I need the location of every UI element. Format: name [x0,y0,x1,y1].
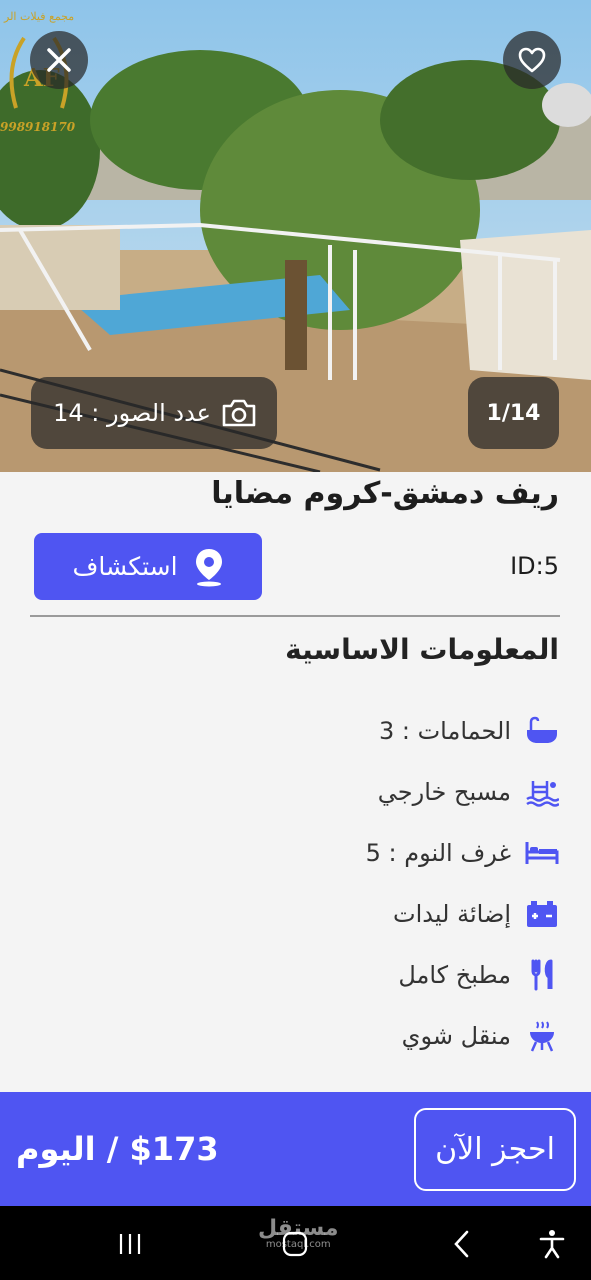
feature-grill: منقل شوي [159,1005,559,1066]
basic-info-heading: المعلومات الاساسية [285,633,559,666]
watermark-sub: mostaql.com [265,1239,331,1250]
feature-label: منقل شوي [401,1021,511,1050]
close-button[interactable] [30,31,88,89]
feature-bathrooms: الحمامات : 3 [159,700,559,761]
grill-icon [525,1019,559,1053]
photos-count-label: عدد الصور : 14 [53,399,211,427]
battery-icon [525,897,559,931]
image-counter: 1/14 [468,377,559,449]
back-icon [454,1230,469,1258]
accessibility-button[interactable] [536,1226,568,1262]
logo-phone: 998918170 [0,120,76,134]
feature-label: الحمامات : 3 [378,716,511,745]
book-now-button[interactable]: احجز الآن [414,1108,576,1191]
close-icon [47,48,71,72]
bed-icon [525,836,559,870]
back-button[interactable] [448,1226,476,1262]
price-per-day: $173 / اليوم [16,1130,219,1168]
explore-label: استكشاف [72,552,178,581]
photos-count-badge[interactable]: عدد الصور : 14 [31,377,277,449]
feature-label: غرف النوم : 5 [365,838,511,867]
feature-bedrooms: غرف النوم : 5 [159,822,559,883]
feature-label: إضائة ليدات [393,899,511,928]
feature-label: مطبخ كامل [398,960,511,989]
feature-pool: مسبح خارجي [159,761,559,822]
feature-kitchen: مطبخ كامل [159,944,559,1005]
utensils-icon [525,958,559,992]
feature-label: مسبح خارجي [377,777,511,806]
logo-brand-text: مجمع فيلات الر [4,10,75,23]
listing-title: ريف دمشق-كروم مضايا [211,476,559,511]
map-pin-icon [195,548,222,586]
camera-icon [222,399,256,427]
features-list: الحمامات : 3 مسبح خارجي غرف النوم : 5 إض… [159,700,559,1066]
hero-gallery[interactable]: مجمع فيلات الر AF 998918170 عدد الصور : … [0,0,591,472]
watermark-text: مستقل [258,1216,339,1241]
explore-button[interactable]: استكشاف [34,533,262,600]
property-id: ID:5 [510,552,559,580]
favorite-button[interactable] [503,31,561,89]
feature-led-lighting: إضائة ليدات [159,883,559,944]
pool-icon [525,775,559,809]
heart-icon [518,47,546,73]
divider [30,615,560,617]
accessibility-icon [539,1230,565,1259]
recent-apps-button[interactable] [115,1226,145,1262]
bathtub-icon [525,714,559,748]
recent-apps-icon [119,1234,141,1254]
mostaql-watermark: مستقل mostaql.com [258,1218,338,1250]
